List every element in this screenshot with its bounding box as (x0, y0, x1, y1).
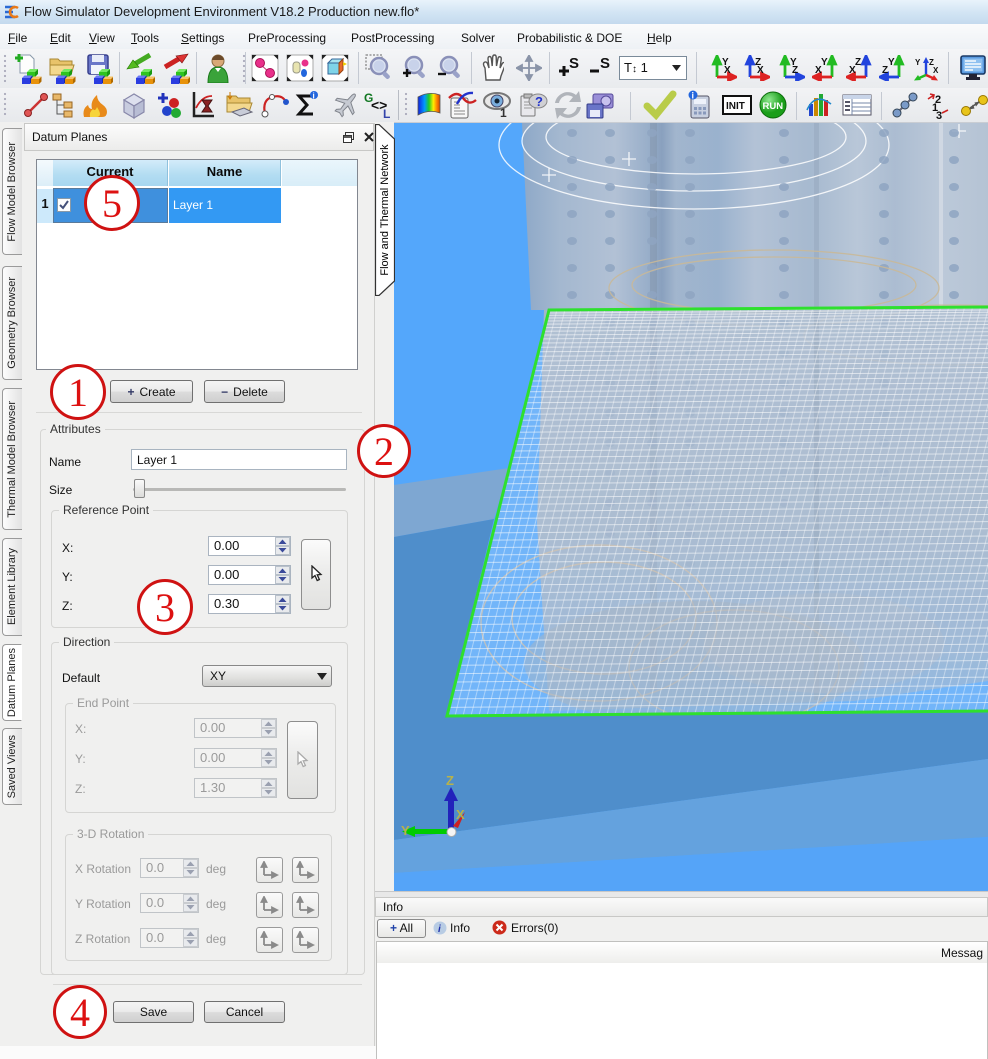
svg-text:X: X (849, 65, 856, 76)
svg-text:S: S (569, 55, 579, 72)
svg-text:Z: Z (446, 773, 454, 788)
svg-text:?: ? (535, 94, 543, 109)
svg-text:Z: Z (855, 57, 861, 68)
svg-text:i: i (313, 92, 315, 101)
svg-text:RUN: RUN (763, 101, 784, 112)
svg-text:i: i (438, 924, 441, 935)
svg-text:L: L (383, 107, 390, 120)
svg-text:X: X (757, 65, 764, 76)
svg-text:X: X (724, 65, 731, 76)
svg-text:Y: Y (915, 58, 921, 67)
svg-text:Y: Y (888, 57, 895, 68)
svg-text:Z: Z (792, 65, 798, 76)
svg-text:Y: Y (821, 57, 828, 68)
svg-text:Z: Z (882, 65, 888, 76)
svg-text:INIT: INIT (726, 101, 745, 112)
svg-text:X: X (815, 65, 822, 76)
svg-text:1: 1 (500, 106, 507, 120)
svg-text:i: i (692, 91, 695, 101)
svg-text:S: S (600, 55, 610, 72)
svg-text:X: X (933, 66, 939, 75)
svg-text:X: X (456, 807, 465, 822)
svg-text:3: 3 (936, 110, 942, 119)
svg-text:Y: Y (401, 823, 410, 838)
svg-text:Flow and Thermal Network: Flow and Thermal Network (379, 144, 391, 276)
